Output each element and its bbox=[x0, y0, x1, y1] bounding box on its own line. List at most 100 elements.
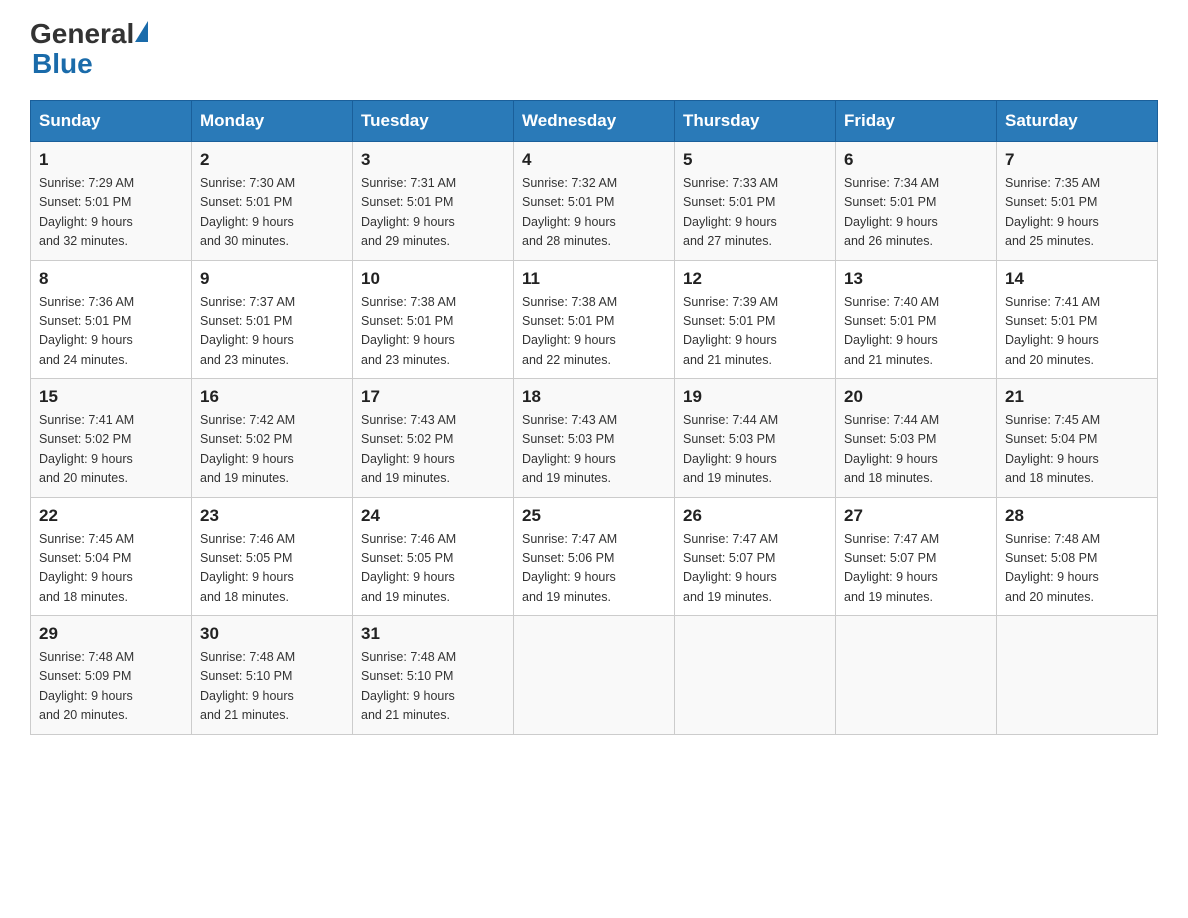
calendar-header-row: SundayMondayTuesdayWednesdayThursdayFrid… bbox=[31, 101, 1158, 142]
day-info: Sunrise: 7:29 AM Sunset: 5:01 PM Dayligh… bbox=[39, 174, 183, 252]
day-number: 3 bbox=[361, 150, 505, 170]
calendar-day-cell: 8 Sunrise: 7:36 AM Sunset: 5:01 PM Dayli… bbox=[31, 260, 192, 379]
calendar-day-cell: 19 Sunrise: 7:44 AM Sunset: 5:03 PM Dayl… bbox=[675, 379, 836, 498]
header-saturday: Saturday bbox=[997, 101, 1158, 142]
header-tuesday: Tuesday bbox=[353, 101, 514, 142]
calendar-day-cell: 13 Sunrise: 7:40 AM Sunset: 5:01 PM Dayl… bbox=[836, 260, 997, 379]
calendar-day-cell bbox=[675, 616, 836, 735]
calendar-day-cell: 26 Sunrise: 7:47 AM Sunset: 5:07 PM Dayl… bbox=[675, 497, 836, 616]
calendar-day-cell: 21 Sunrise: 7:45 AM Sunset: 5:04 PM Dayl… bbox=[997, 379, 1158, 498]
day-number: 23 bbox=[200, 506, 344, 526]
day-info: Sunrise: 7:38 AM Sunset: 5:01 PM Dayligh… bbox=[522, 293, 666, 371]
day-info: Sunrise: 7:44 AM Sunset: 5:03 PM Dayligh… bbox=[844, 411, 988, 489]
day-number: 12 bbox=[683, 269, 827, 289]
day-number: 2 bbox=[200, 150, 344, 170]
calendar-day-cell: 2 Sunrise: 7:30 AM Sunset: 5:01 PM Dayli… bbox=[192, 142, 353, 261]
calendar-day-cell: 14 Sunrise: 7:41 AM Sunset: 5:01 PM Dayl… bbox=[997, 260, 1158, 379]
calendar-day-cell: 17 Sunrise: 7:43 AM Sunset: 5:02 PM Dayl… bbox=[353, 379, 514, 498]
day-number: 14 bbox=[1005, 269, 1149, 289]
day-number: 10 bbox=[361, 269, 505, 289]
logo: General Blue bbox=[30, 20, 149, 80]
day-info: Sunrise: 7:37 AM Sunset: 5:01 PM Dayligh… bbox=[200, 293, 344, 371]
day-info: Sunrise: 7:33 AM Sunset: 5:01 PM Dayligh… bbox=[683, 174, 827, 252]
day-number: 29 bbox=[39, 624, 183, 644]
calendar-day-cell: 27 Sunrise: 7:47 AM Sunset: 5:07 PM Dayl… bbox=[836, 497, 997, 616]
day-number: 17 bbox=[361, 387, 505, 407]
day-number: 7 bbox=[1005, 150, 1149, 170]
day-info: Sunrise: 7:43 AM Sunset: 5:02 PM Dayligh… bbox=[361, 411, 505, 489]
day-info: Sunrise: 7:47 AM Sunset: 5:07 PM Dayligh… bbox=[844, 530, 988, 608]
header-friday: Friday bbox=[836, 101, 997, 142]
day-number: 15 bbox=[39, 387, 183, 407]
calendar-day-cell: 15 Sunrise: 7:41 AM Sunset: 5:02 PM Dayl… bbox=[31, 379, 192, 498]
calendar-day-cell: 28 Sunrise: 7:48 AM Sunset: 5:08 PM Dayl… bbox=[997, 497, 1158, 616]
day-info: Sunrise: 7:48 AM Sunset: 5:08 PM Dayligh… bbox=[1005, 530, 1149, 608]
calendar-table: SundayMondayTuesdayWednesdayThursdayFrid… bbox=[30, 100, 1158, 735]
day-number: 13 bbox=[844, 269, 988, 289]
day-number: 19 bbox=[683, 387, 827, 407]
calendar-day-cell bbox=[997, 616, 1158, 735]
day-info: Sunrise: 7:34 AM Sunset: 5:01 PM Dayligh… bbox=[844, 174, 988, 252]
calendar-day-cell bbox=[836, 616, 997, 735]
day-info: Sunrise: 7:45 AM Sunset: 5:04 PM Dayligh… bbox=[39, 530, 183, 608]
day-number: 21 bbox=[1005, 387, 1149, 407]
calendar-day-cell: 18 Sunrise: 7:43 AM Sunset: 5:03 PM Dayl… bbox=[514, 379, 675, 498]
day-number: 27 bbox=[844, 506, 988, 526]
day-info: Sunrise: 7:36 AM Sunset: 5:01 PM Dayligh… bbox=[39, 293, 183, 371]
header-monday: Monday bbox=[192, 101, 353, 142]
calendar-day-cell: 16 Sunrise: 7:42 AM Sunset: 5:02 PM Dayl… bbox=[192, 379, 353, 498]
calendar-day-cell: 23 Sunrise: 7:46 AM Sunset: 5:05 PM Dayl… bbox=[192, 497, 353, 616]
day-info: Sunrise: 7:30 AM Sunset: 5:01 PM Dayligh… bbox=[200, 174, 344, 252]
day-number: 6 bbox=[844, 150, 988, 170]
day-number: 16 bbox=[200, 387, 344, 407]
day-number: 5 bbox=[683, 150, 827, 170]
calendar-week-row: 29 Sunrise: 7:48 AM Sunset: 5:09 PM Dayl… bbox=[31, 616, 1158, 735]
calendar-day-cell: 25 Sunrise: 7:47 AM Sunset: 5:06 PM Dayl… bbox=[514, 497, 675, 616]
day-info: Sunrise: 7:31 AM Sunset: 5:01 PM Dayligh… bbox=[361, 174, 505, 252]
calendar-day-cell bbox=[514, 616, 675, 735]
day-number: 4 bbox=[522, 150, 666, 170]
calendar-day-cell: 7 Sunrise: 7:35 AM Sunset: 5:01 PM Dayli… bbox=[997, 142, 1158, 261]
header-sunday: Sunday bbox=[31, 101, 192, 142]
day-number: 25 bbox=[522, 506, 666, 526]
day-info: Sunrise: 7:40 AM Sunset: 5:01 PM Dayligh… bbox=[844, 293, 988, 371]
day-info: Sunrise: 7:43 AM Sunset: 5:03 PM Dayligh… bbox=[522, 411, 666, 489]
day-info: Sunrise: 7:32 AM Sunset: 5:01 PM Dayligh… bbox=[522, 174, 666, 252]
day-info: Sunrise: 7:46 AM Sunset: 5:05 PM Dayligh… bbox=[200, 530, 344, 608]
day-info: Sunrise: 7:47 AM Sunset: 5:06 PM Dayligh… bbox=[522, 530, 666, 608]
day-number: 8 bbox=[39, 269, 183, 289]
logo-triangle-icon bbox=[135, 21, 148, 42]
calendar-day-cell: 5 Sunrise: 7:33 AM Sunset: 5:01 PM Dayli… bbox=[675, 142, 836, 261]
day-info: Sunrise: 7:48 AM Sunset: 5:10 PM Dayligh… bbox=[200, 648, 344, 726]
calendar-day-cell: 24 Sunrise: 7:46 AM Sunset: 5:05 PM Dayl… bbox=[353, 497, 514, 616]
logo-general-text: General bbox=[30, 20, 134, 48]
logo-blue-text: Blue bbox=[32, 48, 93, 79]
day-info: Sunrise: 7:48 AM Sunset: 5:09 PM Dayligh… bbox=[39, 648, 183, 726]
day-number: 26 bbox=[683, 506, 827, 526]
calendar-day-cell: 9 Sunrise: 7:37 AM Sunset: 5:01 PM Dayli… bbox=[192, 260, 353, 379]
calendar-day-cell: 12 Sunrise: 7:39 AM Sunset: 5:01 PM Dayl… bbox=[675, 260, 836, 379]
calendar-week-row: 8 Sunrise: 7:36 AM Sunset: 5:01 PM Dayli… bbox=[31, 260, 1158, 379]
day-info: Sunrise: 7:39 AM Sunset: 5:01 PM Dayligh… bbox=[683, 293, 827, 371]
calendar-day-cell: 30 Sunrise: 7:48 AM Sunset: 5:10 PM Dayl… bbox=[192, 616, 353, 735]
day-number: 11 bbox=[522, 269, 666, 289]
calendar-day-cell: 4 Sunrise: 7:32 AM Sunset: 5:01 PM Dayli… bbox=[514, 142, 675, 261]
day-number: 24 bbox=[361, 506, 505, 526]
calendar-day-cell: 6 Sunrise: 7:34 AM Sunset: 5:01 PM Dayli… bbox=[836, 142, 997, 261]
day-info: Sunrise: 7:44 AM Sunset: 5:03 PM Dayligh… bbox=[683, 411, 827, 489]
day-info: Sunrise: 7:48 AM Sunset: 5:10 PM Dayligh… bbox=[361, 648, 505, 726]
day-number: 30 bbox=[200, 624, 344, 644]
day-info: Sunrise: 7:42 AM Sunset: 5:02 PM Dayligh… bbox=[200, 411, 344, 489]
page-header: General Blue bbox=[30, 20, 1158, 80]
calendar-day-cell: 29 Sunrise: 7:48 AM Sunset: 5:09 PM Dayl… bbox=[31, 616, 192, 735]
day-number: 22 bbox=[39, 506, 183, 526]
calendar-day-cell: 22 Sunrise: 7:45 AM Sunset: 5:04 PM Dayl… bbox=[31, 497, 192, 616]
day-info: Sunrise: 7:45 AM Sunset: 5:04 PM Dayligh… bbox=[1005, 411, 1149, 489]
calendar-day-cell: 3 Sunrise: 7:31 AM Sunset: 5:01 PM Dayli… bbox=[353, 142, 514, 261]
calendar-week-row: 1 Sunrise: 7:29 AM Sunset: 5:01 PM Dayli… bbox=[31, 142, 1158, 261]
day-number: 31 bbox=[361, 624, 505, 644]
day-info: Sunrise: 7:41 AM Sunset: 5:02 PM Dayligh… bbox=[39, 411, 183, 489]
header-thursday: Thursday bbox=[675, 101, 836, 142]
day-number: 18 bbox=[522, 387, 666, 407]
day-number: 28 bbox=[1005, 506, 1149, 526]
